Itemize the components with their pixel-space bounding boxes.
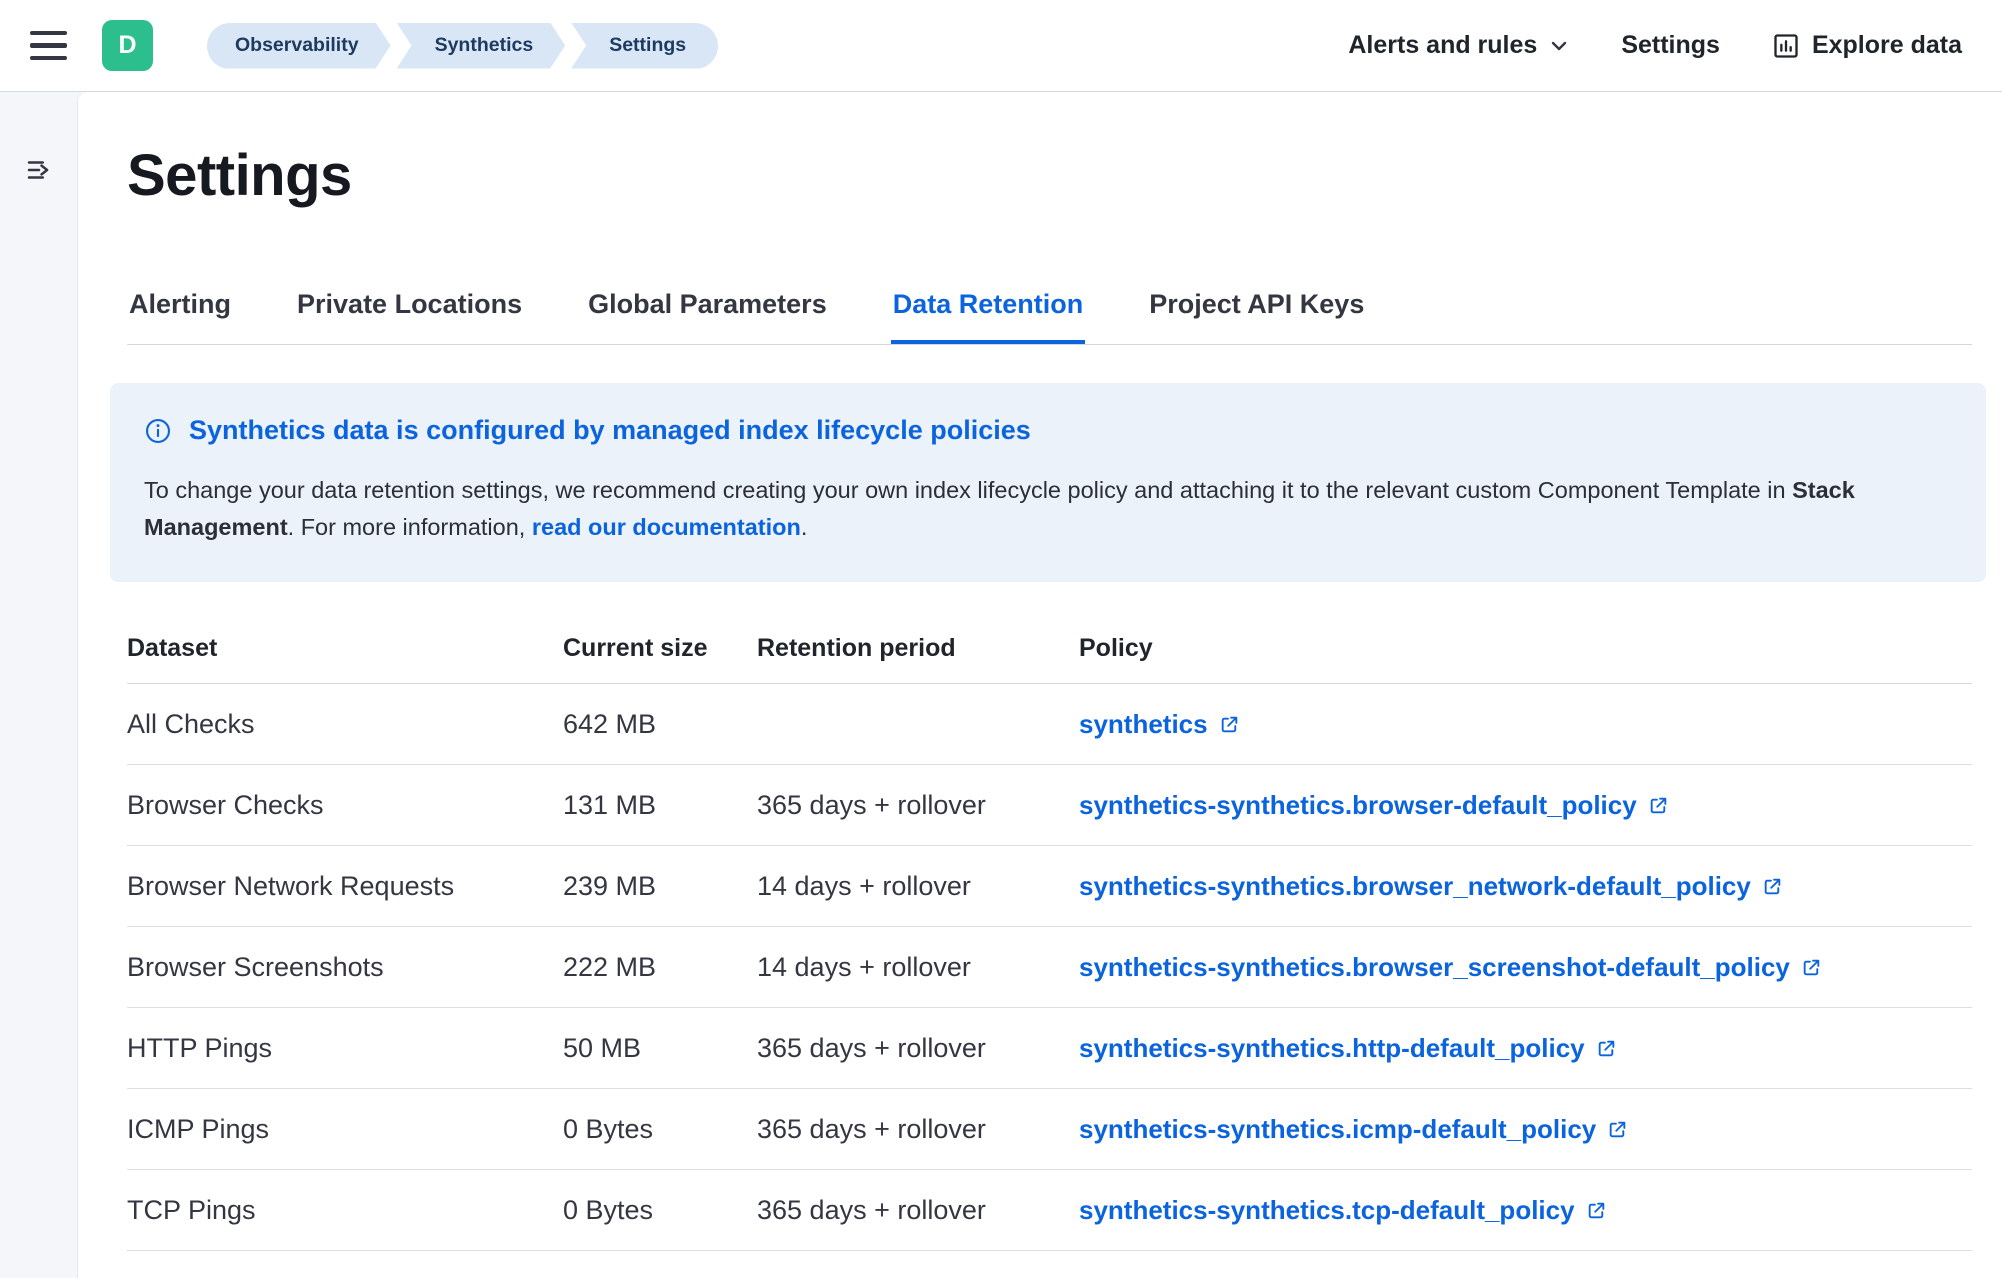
tab-alerting[interactable]: Alerting (127, 289, 233, 344)
retention-cell: 365 days + rollover (757, 1008, 1079, 1089)
breadcrumb-settings[interactable]: Settings (571, 23, 718, 69)
retention-cell: 365 days + rollover (757, 1089, 1079, 1170)
retention-cell: 14 days + rollover (757, 927, 1079, 1008)
tab-bar: Alerting Private Locations Global Parame… (127, 289, 1972, 345)
size-cell: 222 MB (563, 927, 757, 1008)
policy-link[interactable]: synthetics-synthetics.tcp-default_policy (1079, 1195, 1607, 1226)
external-link-icon (1762, 876, 1783, 897)
data-retention-table: Dataset Current size Retention period Po… (127, 616, 1972, 1251)
table-row: All Checks 642 MB synthetics (127, 684, 1972, 765)
documentation-link[interactable]: read our documentation (532, 514, 801, 540)
dataset-cell: HTTP Pings (127, 1008, 563, 1089)
retention-cell: 14 days + rollover (757, 846, 1079, 927)
policy-link[interactable]: synthetics-synthetics.icmp-default_polic… (1079, 1114, 1628, 1145)
dataset-cell: ICMP Pings (127, 1089, 563, 1170)
callout-header: Synthetics data is configured by managed… (144, 415, 1950, 446)
table-row: TCP Pings 0 Bytes 365 days + rollover sy… (127, 1170, 1972, 1251)
menu-button[interactable] (30, 24, 74, 68)
header-right: Alerts and rules Settings Explore data (1348, 31, 1962, 60)
external-link-icon (1596, 1038, 1617, 1059)
table-row: Browser Checks 131 MB 365 days + rollove… (127, 765, 1972, 846)
table-row: Browser Network Requests 239 MB 14 days … (127, 846, 1972, 927)
external-link-icon (1586, 1200, 1607, 1221)
column-header-policy: Policy (1079, 616, 1972, 684)
policy-link[interactable]: synthetics-synthetics.browser_screenshot… (1079, 952, 1822, 983)
main-panel: Settings Alerting Private Locations Glob… (77, 92, 2002, 1278)
header-left: D Observability Synthetics Settings (30, 20, 718, 71)
retention-cell: 365 days + rollover (757, 765, 1079, 846)
size-cell: 239 MB (563, 846, 757, 927)
alerts-and-rules-label: Alerts and rules (1348, 31, 1537, 60)
avatar[interactable]: D (102, 20, 153, 71)
tab-project-api-keys[interactable]: Project API Keys (1147, 289, 1366, 344)
breadcrumb-observability[interactable]: Observability (207, 23, 391, 69)
policy-link[interactable]: synthetics-synthetics.browser-default_po… (1079, 790, 1669, 821)
bar-chart-icon (1772, 32, 1800, 60)
table-row: ICMP Pings 0 Bytes 365 days + rollover s… (127, 1089, 1972, 1170)
dataset-cell: Browser Network Requests (127, 846, 563, 927)
dataset-cell: Browser Checks (127, 765, 563, 846)
settings-link-label: Settings (1621, 31, 1720, 60)
info-icon (144, 417, 172, 445)
tab-global-parameters[interactable]: Global Parameters (586, 289, 829, 344)
explore-data-button[interactable]: Explore data (1772, 31, 1962, 60)
app-body: Settings Alerting Private Locations Glob… (0, 92, 2002, 1278)
expand-sidebar-button[interactable] (17, 148, 61, 192)
tab-data-retention[interactable]: Data Retention (891, 289, 1086, 344)
hamburger-icon (30, 31, 67, 36)
expand-sidebar-icon (24, 155, 54, 185)
column-header-current-size: Current size (563, 616, 757, 684)
table-row: HTTP Pings 50 MB 365 days + rollover syn… (127, 1008, 1972, 1089)
breadcrumb: Observability Synthetics Settings (207, 23, 718, 69)
side-rail (0, 92, 77, 1278)
top-header: D Observability Synthetics Settings Aler… (0, 0, 2002, 92)
page-title: Settings (127, 142, 1972, 209)
policy-link[interactable]: synthetics-synthetics.browser_network-de… (1079, 871, 1783, 902)
retention-cell (757, 684, 1079, 765)
external-link-icon (1801, 957, 1822, 978)
retention-cell: 365 days + rollover (757, 1170, 1079, 1251)
size-cell: 642 MB (563, 684, 757, 765)
callout-title: Synthetics data is configured by managed… (189, 415, 1031, 446)
external-link-icon (1648, 795, 1669, 816)
column-header-retention-period: Retention period (757, 616, 1079, 684)
dataset-cell: All Checks (127, 684, 563, 765)
column-header-dataset: Dataset (127, 616, 563, 684)
chevron-down-icon (1549, 36, 1569, 56)
alerts-and-rules-button[interactable]: Alerts and rules (1348, 31, 1569, 60)
ilm-callout: Synthetics data is configured by managed… (110, 383, 1986, 582)
policy-link[interactable]: synthetics-synthetics.http-default_polic… (1079, 1033, 1617, 1064)
size-cell: 0 Bytes (563, 1089, 757, 1170)
dataset-cell: Browser Screenshots (127, 927, 563, 1008)
tab-private-locations[interactable]: Private Locations (295, 289, 524, 344)
callout-body: To change your data retention settings, … (144, 472, 1950, 546)
explore-data-label: Explore data (1812, 31, 1962, 60)
table-row: Browser Screenshots 222 MB 14 days + rol… (127, 927, 1972, 1008)
policy-link[interactable]: synthetics (1079, 709, 1240, 740)
size-cell: 50 MB (563, 1008, 757, 1089)
dataset-cell: TCP Pings (127, 1170, 563, 1251)
table-header-row: Dataset Current size Retention period Po… (127, 616, 1972, 684)
external-link-icon (1219, 714, 1240, 735)
size-cell: 131 MB (563, 765, 757, 846)
size-cell: 0 Bytes (563, 1170, 757, 1251)
breadcrumb-synthetics[interactable]: Synthetics (397, 23, 566, 69)
external-link-icon (1607, 1119, 1628, 1140)
settings-link[interactable]: Settings (1621, 31, 1720, 60)
